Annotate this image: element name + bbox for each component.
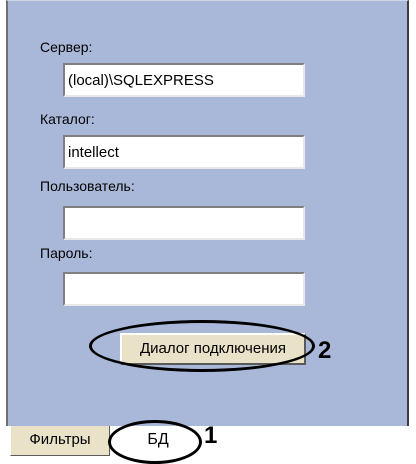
callout-1: 1 xyxy=(204,422,218,449)
catalog-input[interactable] xyxy=(63,135,305,169)
user-input[interactable] xyxy=(63,206,305,240)
server-input[interactable] xyxy=(63,63,305,97)
connect-dialog-button[interactable]: Диалог подключения xyxy=(120,333,306,365)
catalog-label: Каталог: xyxy=(40,111,95,127)
callout-2: 2 xyxy=(318,337,332,364)
password-label: Пароль: xyxy=(40,245,93,261)
db-settings-panel: Сервер: Каталог: Пользователь: Пароль: Д… xyxy=(6,0,409,426)
user-label: Пользователь: xyxy=(40,178,135,194)
tab-filters[interactable]: Фильтры xyxy=(10,426,110,456)
tab-db[interactable]: БД xyxy=(118,426,198,456)
server-label: Сервер: xyxy=(40,39,93,55)
password-input[interactable] xyxy=(63,272,305,306)
